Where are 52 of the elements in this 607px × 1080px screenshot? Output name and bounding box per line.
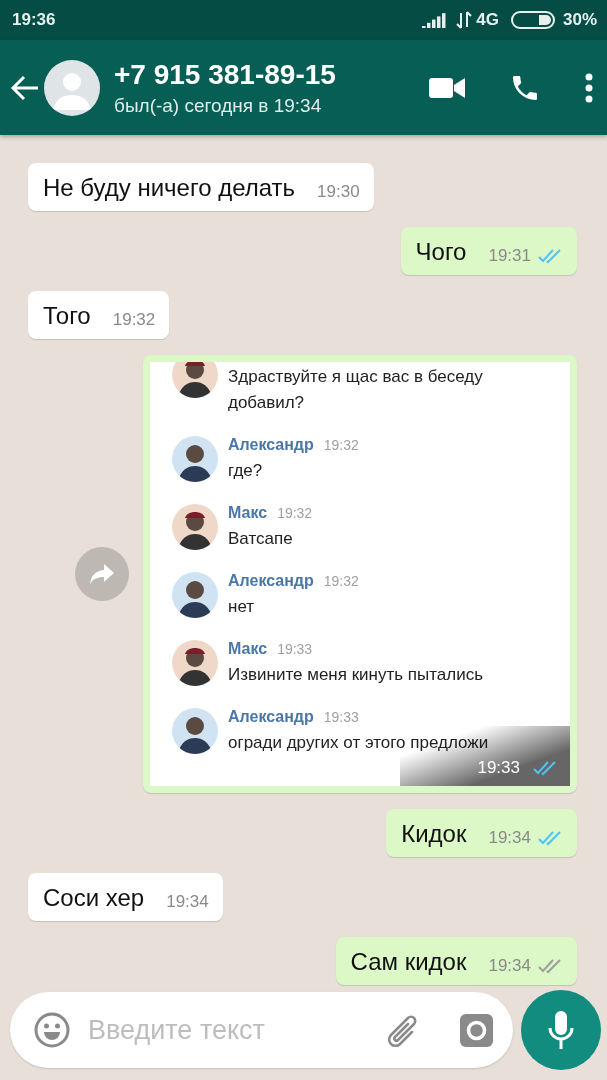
- message-text: огради других от этого предложи: [228, 732, 490, 754]
- message-text: Не буду ничего делать: [43, 174, 296, 202]
- battery-level: 30%: [562, 10, 597, 30]
- text-input[interactable]: Введите текст: [86, 1013, 370, 1047]
- message-text: Ватсапе: [228, 528, 294, 550]
- message-time: 19:34: [488, 956, 531, 976]
- avatar: [172, 708, 218, 754]
- message-text: Того: [43, 302, 91, 330]
- message-time: 19:32: [323, 573, 359, 589]
- battery-icon: [510, 11, 555, 29]
- more-options-icon[interactable]: [585, 72, 593, 103]
- message-time: 19:32: [277, 505, 313, 521]
- message-time: 19:34: [488, 828, 531, 848]
- message-time: 19:33: [323, 709, 359, 725]
- message-time: 19:31: [488, 246, 531, 266]
- emoji-icon[interactable]: [34, 1012, 70, 1048]
- data-arrows-icon: [456, 11, 473, 29]
- message-text: где?: [228, 460, 264, 482]
- message-time: 19:33: [477, 758, 520, 778]
- sender-name: Александр: [228, 436, 314, 454]
- microphone-icon[interactable]: [548, 1010, 574, 1050]
- message-time: 19:32: [323, 437, 359, 453]
- avatar: [172, 640, 218, 686]
- network-label: 4G: [476, 10, 499, 30]
- last-seen: был(-а) сегодня в 19:34: [114, 94, 323, 117]
- back-button[interactable]: [10, 74, 40, 101]
- message-time: 19:34: [166, 892, 209, 912]
- message-text: нет: [228, 596, 256, 618]
- avatar: [172, 572, 218, 618]
- message-text: Сам кидок: [350, 948, 467, 976]
- message-field[interactable]: Введите текст: [10, 992, 513, 1068]
- video-call-icon[interactable]: [429, 75, 465, 100]
- message-time: 19:33: [277, 641, 313, 657]
- message-text: Извините меня кинуть пытались: [228, 664, 485, 686]
- sender-name: Макс: [228, 504, 268, 522]
- image-bubble[interactable]: Здраствуйте я щас вас в беседу добавил? Александр 19:32 где? Макс 19:32 Ватсапе Александр 19:32 нет Макс 19:33 Извините меня кинуть пытались Александр 19:33 огради других от этого предложи 19:33: [143, 355, 577, 793]
- clock: 19:36: [12, 10, 56, 30]
- message-text: Здраствуйте я щас вас в беседу добавил?: [228, 366, 484, 414]
- message-text: Соси хер: [43, 884, 145, 912]
- message-text: Чого: [415, 238, 467, 266]
- avatar: [172, 362, 218, 398]
- signal-icon: [422, 12, 449, 28]
- camera-icon[interactable]: [460, 1013, 493, 1047]
- message-text: Кидок: [401, 820, 467, 848]
- avatar: [172, 436, 218, 482]
- contact-name[interactable]: +7 915 381-89-15: [114, 58, 336, 91]
- sender-name: Макс: [228, 640, 268, 658]
- avatar: [172, 504, 218, 550]
- message-time: 19:30: [317, 182, 360, 202]
- sender-name: Александр: [228, 708, 314, 726]
- message-time: 19:32: [112, 310, 156, 330]
- sender-name: Александр: [228, 572, 314, 590]
